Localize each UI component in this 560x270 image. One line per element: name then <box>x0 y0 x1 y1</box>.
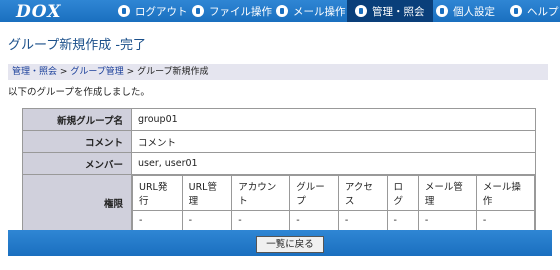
permission-header: メール操作 <box>475 175 536 211</box>
logout-icon <box>118 5 130 17</box>
nav-personal-settings[interactable]: 個人設定 <box>436 0 495 22</box>
admin-icon <box>355 5 367 17</box>
permission-value: - <box>231 210 291 231</box>
action-bar: 一覧に戻る <box>8 230 552 256</box>
app-logo: DOX <box>16 2 62 22</box>
back-to-list-button[interactable]: 一覧に戻る <box>256 236 324 253</box>
nav-help[interactable]: ヘルプ <box>510 0 559 22</box>
permission-value: - <box>132 210 183 231</box>
permissions-cell: URL発行 URL管理 アカウント グループ アクセス ログ メール管理 メール… <box>131 174 536 232</box>
nav-label: 管理・照会 <box>372 5 425 18</box>
nav-label: メール操作 <box>293 5 346 18</box>
breadcrumb-admin-link[interactable]: 管理・照会 <box>12 67 57 77</box>
permissions-value-row: - - - - - - - - <box>132 210 536 231</box>
permission-value: - <box>475 210 536 231</box>
breadcrumb: 管理・照会 > グループ管理 > グループ新規作成 <box>8 64 548 80</box>
group-details-table: 新規グループ名 group01 コメント コメント メンバー user, use… <box>22 108 536 232</box>
permission-header: ログ <box>386 175 419 211</box>
permission-value: - <box>181 210 233 231</box>
permission-header: URL発行 <box>132 175 183 211</box>
nav-label: ファイル操作 <box>209 5 272 18</box>
mail-icon <box>276 5 288 17</box>
top-navbar: DOX ログアウト ファイル操作 メール操作 管理・照会 個人設定 ヘルプ <box>0 0 560 22</box>
status-message: 以下のグループを作成しました。 <box>8 87 150 98</box>
permission-header: アカウント <box>231 175 291 211</box>
group-name-value: group01 <box>131 108 536 131</box>
comment-label: コメント <box>22 130 132 153</box>
nav-logout[interactable]: ログアウト <box>118 0 188 22</box>
breadcrumb-separator: > <box>126 67 135 77</box>
group-name-label: 新規グループ名 <box>22 108 132 131</box>
permission-value: - <box>417 210 477 231</box>
permissions-table: URL発行 URL管理 アカウント グループ アクセス ログ メール管理 メール… <box>132 175 536 231</box>
permission-value: - <box>386 210 419 231</box>
breadcrumb-separator: > <box>59 67 68 77</box>
nav-label: 個人設定 <box>453 5 495 18</box>
permission-header: グループ <box>289 175 339 211</box>
page-title: グループ新規作成 -完了 <box>8 38 147 53</box>
nav-mail-operations[interactable]: メール操作 <box>276 0 346 22</box>
help-icon <box>510 5 522 17</box>
permissions-header-row: URL発行 URL管理 アカウント グループ アクセス ログ メール管理 メール… <box>132 175 536 211</box>
members-label: メンバー <box>22 152 132 175</box>
permission-header: アクセス <box>337 175 388 211</box>
nav-label: ログアウト <box>135 5 188 18</box>
permissions-label: 権限 <box>22 174 132 232</box>
permission-value: - <box>289 210 339 231</box>
file-icon <box>192 5 204 17</box>
breadcrumb-group-link[interactable]: グループ管理 <box>70 67 123 77</box>
breadcrumb-current: グループ新規作成 <box>137 67 209 77</box>
nav-admin[interactable]: 管理・照会 <box>347 0 433 22</box>
permission-header: メール管理 <box>417 175 477 211</box>
permission-value: - <box>337 210 388 231</box>
permission-header: URL管理 <box>181 175 233 211</box>
user-icon <box>436 5 448 17</box>
nav-label: ヘルプ <box>527 5 559 18</box>
comment-value: コメント <box>131 130 536 153</box>
nav-file-operations[interactable]: ファイル操作 <box>192 0 272 22</box>
members-value: user, user01 <box>131 152 536 175</box>
